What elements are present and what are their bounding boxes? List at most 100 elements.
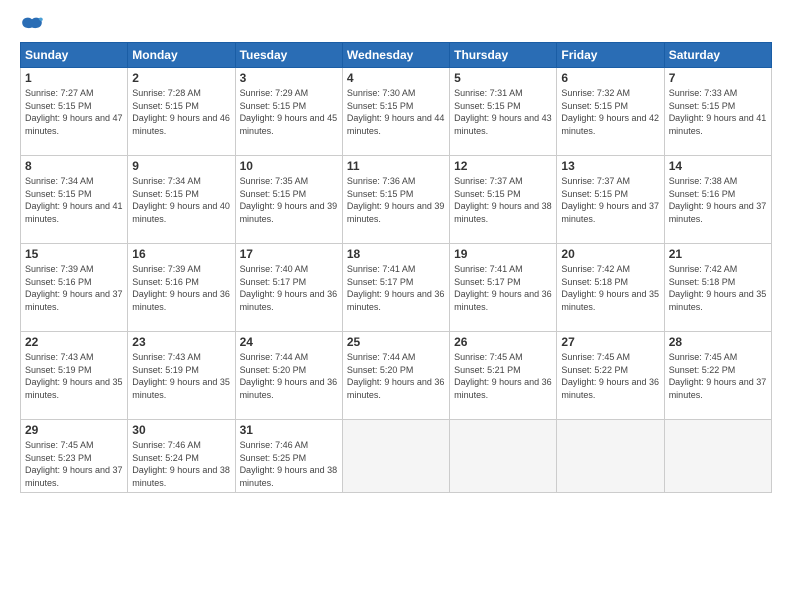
day-info: Sunrise: 7:43 AMSunset: 5:19 PMDaylight:… [132,351,230,401]
calendar-cell: 12 Sunrise: 7:37 AMSunset: 5:15 PMDayligh… [450,156,557,244]
calendar-cell: 11Sunrise: 7:36 AMSunset: 5:15 PMDayligh… [342,156,449,244]
calendar-week-1: 1 Sunrise: 7:27 AMSunset: 5:15 PMDaylight… [21,68,772,156]
calendar-cell: 3Sunrise: 7:29 AMSunset: 5:15 PMDaylight… [235,68,342,156]
calendar-cell: 30 Sunrise: 7:46 AMSunset: 5:24 PMDayligh… [128,420,235,493]
calendar-cell: 15Sunrise: 7:39 AMSunset: 5:16 PMDayligh… [21,244,128,332]
day-number: 29 [25,423,123,437]
calendar-cell: 5 Sunrise: 7:31 AMSunset: 5:15 PMDaylight… [450,68,557,156]
day-number: 21 [669,247,767,261]
day-number: 10 [240,159,338,173]
day-info: Sunrise: 7:45 AMSunset: 5:22 PMDaylight:… [669,351,767,401]
calendar-cell: 1 Sunrise: 7:27 AMSunset: 5:15 PMDaylight… [21,68,128,156]
header [20,16,772,34]
day-number: 19 [454,247,552,261]
day-info: Sunrise: 7:35 AMSunset: 5:15 PMDaylight:… [240,175,338,225]
day-info: Sunrise: 7:31 AMSunset: 5:15 PMDaylight:… [454,87,552,137]
calendar-cell: 20 Sunrise: 7:42 AMSunset: 5:18 PMDayligh… [557,244,664,332]
day-info: Sunrise: 7:37 AMSunset: 5:15 PMDaylight:… [454,175,552,225]
calendar-week-2: 8Sunrise: 7:34 AMSunset: 5:15 PMDaylight… [21,156,772,244]
day-info: Sunrise: 7:28 AMSunset: 5:15 PMDaylight:… [132,87,230,137]
calendar-cell: 21 Sunrise: 7:42 AMSunset: 5:18 PMDayligh… [664,244,771,332]
day-number: 6 [561,71,659,85]
day-info: Sunrise: 7:32 AMSunset: 5:15 PMDaylight:… [561,87,659,137]
calendar-cell: 2Sunrise: 7:28 AMSunset: 5:15 PMDaylight… [128,68,235,156]
day-info: Sunrise: 7:34 AMSunset: 5:15 PMDaylight:… [25,175,123,225]
logo-bird-icon [20,16,44,34]
day-number: 13 [561,159,659,173]
calendar-cell: 24 Sunrise: 7:44 AMSunset: 5:20 PMDayligh… [235,332,342,420]
day-info: Sunrise: 7:43 AMSunset: 5:19 PMDaylight:… [25,351,123,401]
day-info: Sunrise: 7:36 AMSunset: 5:15 PMDaylight:… [347,175,445,225]
calendar-cell: 23 Sunrise: 7:43 AMSunset: 5:19 PMDayligh… [128,332,235,420]
calendar-cell: 17 Sunrise: 7:40 AMSunset: 5:17 PMDayligh… [235,244,342,332]
calendar-cell: 8Sunrise: 7:34 AMSunset: 5:15 PMDaylight… [21,156,128,244]
calendar: SundayMondayTuesdayWednesdayThursdayFrid… [20,42,772,493]
calendar-cell: 9Sunrise: 7:34 AMSunset: 5:15 PMDaylight… [128,156,235,244]
day-number: 16 [132,247,230,261]
calendar-cell: 6 Sunrise: 7:32 AMSunset: 5:15 PMDaylight… [557,68,664,156]
calendar-cell [664,420,771,493]
day-info: Sunrise: 7:42 AMSunset: 5:18 PMDaylight:… [669,263,767,313]
day-number: 9 [132,159,230,173]
day-number: 17 [240,247,338,261]
day-number: 18 [347,247,445,261]
day-number: 28 [669,335,767,349]
day-info: Sunrise: 7:41 AMSunset: 5:17 PMDaylight:… [347,263,445,313]
calendar-cell: 4 Sunrise: 7:30 AMSunset: 5:15 PMDaylight… [342,68,449,156]
day-number: 30 [132,423,230,437]
weekday-header-tuesday: Tuesday [235,43,342,68]
calendar-cell: 10 Sunrise: 7:35 AMSunset: 5:15 PMDayligh… [235,156,342,244]
day-info: Sunrise: 7:45 AMSunset: 5:21 PMDaylight:… [454,351,552,401]
calendar-week-3: 15Sunrise: 7:39 AMSunset: 5:16 PMDayligh… [21,244,772,332]
day-info: Sunrise: 7:44 AMSunset: 5:20 PMDaylight:… [240,351,338,401]
day-info: Sunrise: 7:27 AMSunset: 5:15 PMDaylight:… [25,87,123,137]
weekday-header-monday: Monday [128,43,235,68]
calendar-body: 1 Sunrise: 7:27 AMSunset: 5:15 PMDaylight… [21,68,772,493]
weekday-header-friday: Friday [557,43,664,68]
day-info: Sunrise: 7:45 AMSunset: 5:22 PMDaylight:… [561,351,659,401]
day-number: 22 [25,335,123,349]
day-info: Sunrise: 7:42 AMSunset: 5:18 PMDaylight:… [561,263,659,313]
calendar-cell: 29 Sunrise: 7:45 AMSunset: 5:23 PMDayligh… [21,420,128,493]
calendar-cell: 25Sunrise: 7:44 AMSunset: 5:20 PMDayligh… [342,332,449,420]
day-info: Sunrise: 7:41 AMSunset: 5:17 PMDaylight:… [454,263,552,313]
calendar-cell: 26 Sunrise: 7:45 AMSunset: 5:21 PMDayligh… [450,332,557,420]
calendar-cell: 27 Sunrise: 7:45 AMSunset: 5:22 PMDayligh… [557,332,664,420]
calendar-cell: 7 Sunrise: 7:33 AMSunset: 5:15 PMDaylight… [664,68,771,156]
calendar-week-4: 22 Sunrise: 7:43 AMSunset: 5:19 PMDayligh… [21,332,772,420]
calendar-cell: 14 Sunrise: 7:38 AMSunset: 5:16 PMDayligh… [664,156,771,244]
day-number: 7 [669,71,767,85]
day-number: 27 [561,335,659,349]
weekday-header-thursday: Thursday [450,43,557,68]
calendar-cell [342,420,449,493]
day-number: 24 [240,335,338,349]
day-info: Sunrise: 7:45 AMSunset: 5:23 PMDaylight:… [25,439,123,489]
weekday-header-row: SundayMondayTuesdayWednesdayThursdayFrid… [21,43,772,68]
calendar-header: SundayMondayTuesdayWednesdayThursdayFrid… [21,43,772,68]
day-info: Sunrise: 7:30 AMSunset: 5:15 PMDaylight:… [347,87,445,137]
calendar-cell: 31 Sunrise: 7:46 AMSunset: 5:25 PMDayligh… [235,420,342,493]
day-number: 5 [454,71,552,85]
day-info: Sunrise: 7:46 AMSunset: 5:24 PMDaylight:… [132,439,230,489]
day-info: Sunrise: 7:40 AMSunset: 5:17 PMDaylight:… [240,263,338,313]
weekday-header-sunday: Sunday [21,43,128,68]
calendar-cell: 22 Sunrise: 7:43 AMSunset: 5:19 PMDayligh… [21,332,128,420]
day-number: 12 [454,159,552,173]
day-number: 26 [454,335,552,349]
day-number: 31 [240,423,338,437]
day-number: 20 [561,247,659,261]
calendar-cell: 18 Sunrise: 7:41 AMSunset: 5:17 PMDayligh… [342,244,449,332]
day-info: Sunrise: 7:29 AMSunset: 5:15 PMDaylight:… [240,87,338,137]
day-number: 1 [25,71,123,85]
calendar-cell: 16Sunrise: 7:39 AMSunset: 5:16 PMDayligh… [128,244,235,332]
day-info: Sunrise: 7:38 AMSunset: 5:16 PMDaylight:… [669,175,767,225]
day-number: 4 [347,71,445,85]
day-number: 25 [347,335,445,349]
logo [20,16,48,34]
day-number: 14 [669,159,767,173]
calendar-cell [557,420,664,493]
calendar-week-5: 29 Sunrise: 7:45 AMSunset: 5:23 PMDayligh… [21,420,772,493]
day-info: Sunrise: 7:33 AMSunset: 5:15 PMDaylight:… [669,87,767,137]
day-number: 23 [132,335,230,349]
day-info: Sunrise: 7:46 AMSunset: 5:25 PMDaylight:… [240,439,338,489]
